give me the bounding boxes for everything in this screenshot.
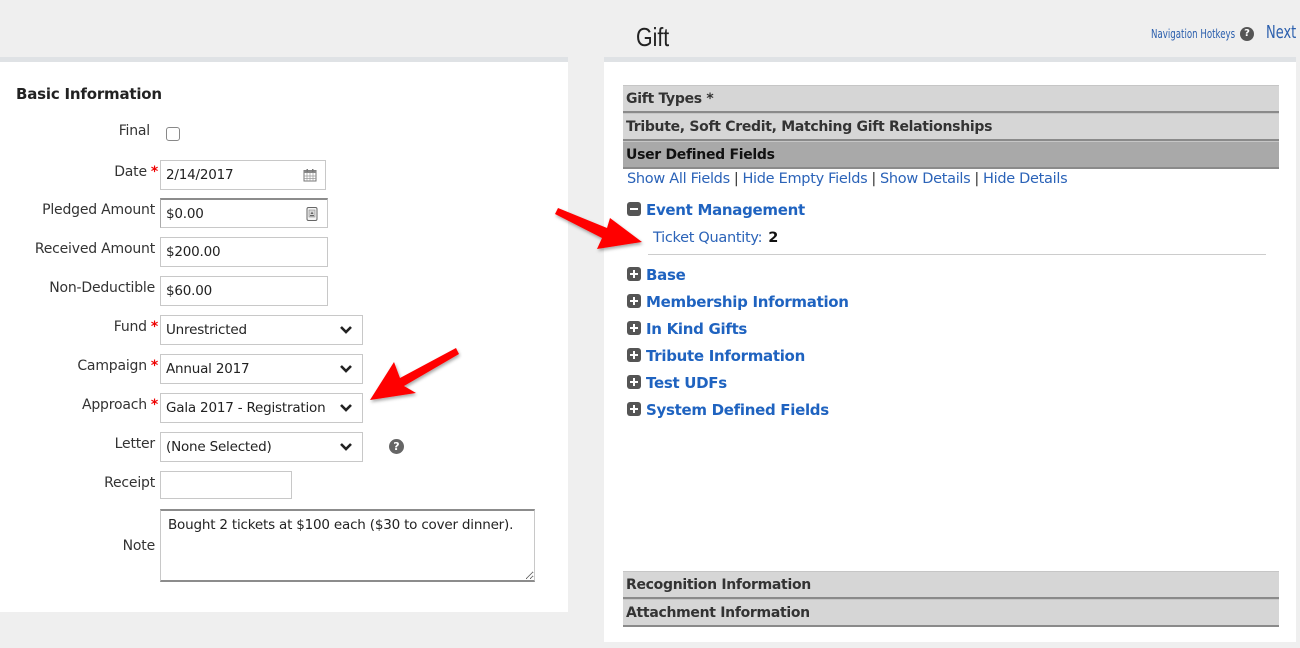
show-all-fields-link[interactable]: Show All Fields: [627, 171, 730, 187]
date-value: 2/14/2017: [166, 167, 234, 183]
received-amount-row: Received Amount $200.00: [0, 237, 568, 267]
ticket-quantity-label: Ticket Quantity:: [653, 230, 763, 246]
final-row: Final: [0, 119, 568, 149]
section-gift-types[interactable]: Gift Types *: [623, 85, 1279, 113]
section-attachment-information[interactable]: Attachment Information: [623, 599, 1279, 627]
receipt-input[interactable]: [160, 471, 292, 499]
ticket-quantity-value: 2: [768, 230, 778, 246]
expand-icon[interactable]: [627, 375, 641, 389]
receipt-row: Receipt: [0, 471, 568, 501]
hide-empty-fields-link[interactable]: Hide Empty Fields: [742, 171, 867, 187]
group-base[interactable]: Base: [627, 266, 686, 288]
letter-help-icon[interactable]: ?: [389, 439, 404, 454]
section-recognition-information[interactable]: Recognition Information: [623, 571, 1279, 599]
gift-entry-screen: Gift Navigation Hotkeys ? Next : Basic I…: [0, 0, 1300, 648]
chevron-down-icon: [340, 365, 352, 373]
chevron-down-icon: [340, 404, 352, 412]
fund-value: Unrestricted: [166, 322, 247, 338]
expand-icon[interactable]: [627, 348, 641, 362]
campaign-label: Campaign *: [77, 358, 158, 374]
fund-label: Fund *: [113, 319, 158, 335]
help-icon[interactable]: ?: [1240, 27, 1254, 41]
basic-information-panel: Basic Information Final Date * 2/14/2017 …: [0, 57, 568, 612]
received-amount-label: Received Amount: [34, 241, 155, 257]
fund-select[interactable]: Unrestricted: [160, 315, 363, 345]
collapse-icon[interactable]: [627, 202, 641, 216]
group-tribute-information[interactable]: Tribute Information: [627, 347, 805, 369]
calculator-icon[interactable]: [305, 207, 319, 221]
final-label: Final: [118, 123, 150, 139]
date-label: Date *: [114, 164, 158, 180]
approach-value: Gala 2017 - Registration: [166, 400, 326, 416]
letter-label: Letter: [114, 436, 156, 452]
pledged-amount-value: $0.00: [166, 206, 204, 222]
note-label: Note: [122, 538, 156, 554]
chevron-down-icon: [340, 443, 352, 451]
show-details-link[interactable]: Show Details: [880, 171, 971, 187]
ticket-quantity-field: Ticket Quantity: 2: [653, 230, 778, 246]
section-relationships[interactable]: Tribute, Soft Credit, Matching Gift Rela…: [623, 113, 1279, 141]
group-event-management[interactable]: Event Management: [627, 201, 805, 223]
expand-icon[interactable]: [627, 294, 641, 308]
letter-row: Letter (None Selected) ?: [0, 432, 568, 462]
receipt-label: Receipt: [104, 475, 155, 491]
gift-details-panel: Gift Types * Tribute, Soft Credit, Match…: [604, 57, 1296, 642]
campaign-value: Annual 2017: [166, 361, 250, 377]
expand-icon[interactable]: [627, 321, 641, 335]
group-membership-information[interactable]: Membership Information: [627, 293, 849, 315]
divider: [648, 254, 1266, 255]
section-title: Basic Information: [16, 85, 162, 103]
navigation-hotkeys-link[interactable]: Navigation Hotkeys: [1151, 27, 1235, 41]
non-deductible-row: Non-Deductible $60.00: [0, 276, 568, 306]
pledged-amount-input[interactable]: $0.00: [160, 198, 328, 228]
page-title: Gift: [636, 22, 670, 52]
calendar-icon[interactable]: [303, 168, 317, 182]
approach-select[interactable]: Gala 2017 - Registration: [160, 393, 363, 423]
expand-icon[interactable]: [627, 402, 641, 416]
note-textarea[interactable]: Bought 2 tickets at $100 each ($30 to co…: [160, 509, 535, 582]
campaign-select[interactable]: Annual 2017: [160, 354, 363, 384]
approach-label: Approach *: [81, 397, 158, 413]
approach-row: Approach * Gala 2017 - Registration: [0, 393, 568, 423]
pledged-amount-label: Pledged Amount: [42, 202, 155, 218]
date-input[interactable]: 2/14/2017: [160, 160, 326, 190]
non-deductible-input[interactable]: $60.00: [160, 276, 328, 306]
chevron-down-icon: [340, 326, 352, 334]
section-user-defined-fields[interactable]: User Defined Fields: [623, 141, 1279, 169]
hide-details-link[interactable]: Hide Details: [983, 171, 1068, 187]
final-checkbox[interactable]: [166, 127, 180, 141]
expand-icon[interactable]: [627, 267, 641, 281]
pledged-amount-row: Pledged Amount $0.00: [0, 198, 568, 228]
received-amount-input[interactable]: $200.00: [160, 237, 328, 267]
non-deductible-label: Non-Deductible: [49, 280, 155, 296]
fund-row: Fund * Unrestricted: [0, 315, 568, 345]
non-deductible-value: $60.00: [166, 283, 213, 299]
note-row: Note Bought 2 tickets at $100 each ($30 …: [0, 509, 568, 584]
letter-value: (None Selected): [166, 439, 272, 455]
received-amount-value: $200.00: [166, 244, 221, 260]
letter-select[interactable]: (None Selected): [160, 432, 363, 462]
next-link[interactable]: Next :: [1266, 22, 1300, 43]
group-test-udfs[interactable]: Test UDFs: [627, 374, 727, 396]
group-system-defined-fields[interactable]: System Defined Fields: [627, 401, 829, 423]
date-row: Date * 2/14/2017: [0, 160, 568, 190]
udf-link-bar: Show All Fields | Hide Empty Fields | Show D…: [627, 171, 1068, 187]
group-in-kind-gifts[interactable]: In Kind Gifts: [627, 320, 747, 342]
campaign-row: Campaign * Annual 2017: [0, 354, 568, 384]
